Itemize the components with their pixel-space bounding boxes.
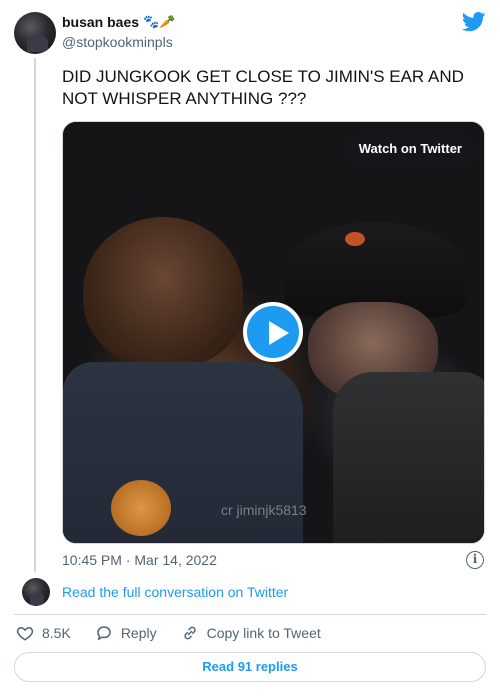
- conversation-avatar: [22, 578, 50, 606]
- reply-label: Reply: [120, 625, 157, 641]
- tweet-actions: 8.5K Reply Copy link to Tweet: [16, 624, 345, 642]
- twitter-bird-icon[interactable]: [462, 12, 486, 32]
- author-info[interactable]: busan baes 🐾🥕 @stopkookminpls: [62, 14, 175, 50]
- author-avatar[interactable]: [14, 12, 56, 54]
- author-emojis: 🐾🥕: [143, 14, 176, 29]
- like-button[interactable]: 8.5K: [16, 624, 71, 642]
- tweet-text: DID JUNGKOOK GET CLOSE TO JIMIN'S EAR AN…: [62, 67, 464, 108]
- tweet-video[interactable]: cr jiminjk5813 Watch on Twitter: [62, 121, 485, 544]
- like-count: 8.5K: [42, 625, 71, 641]
- speech-bubble-icon: [97, 626, 111, 641]
- author-name-row: busan baes 🐾🥕: [62, 14, 175, 30]
- thumbnail-figure-right-body: [333, 372, 484, 543]
- reply-button[interactable]: Reply: [95, 624, 157, 642]
- thumbnail-figure-left: [83, 217, 243, 367]
- divider: [14, 614, 486, 615]
- copy-link-label: Copy link to Tweet: [206, 625, 321, 641]
- info-icon[interactable]: i: [466, 551, 484, 569]
- link-icon: [183, 626, 196, 640]
- play-icon[interactable]: [243, 302, 303, 362]
- heart-icon: [16, 626, 34, 641]
- hat-patch: [345, 232, 365, 246]
- thread-line: [34, 58, 36, 572]
- shirt-print: [111, 480, 171, 536]
- watch-on-twitter-button[interactable]: Watch on Twitter: [344, 134, 476, 164]
- copy-link-button[interactable]: Copy link to Tweet: [181, 624, 321, 642]
- tweet-timestamp[interactable]: 10:45 PM · Mar 14, 2022: [62, 552, 217, 568]
- read-replies-button[interactable]: Read 91 replies: [14, 652, 486, 682]
- author-handle[interactable]: @stopkookminpls: [62, 34, 175, 50]
- read-full-conversation-link[interactable]: Read the full conversation on Twitter: [62, 584, 288, 600]
- author-name[interactable]: busan baes: [62, 14, 139, 30]
- embedded-tweet: busan baes 🐾🥕 @stopkookminpls DID JUNGKO…: [0, 0, 500, 696]
- video-watermark: cr jiminjk5813: [221, 502, 307, 518]
